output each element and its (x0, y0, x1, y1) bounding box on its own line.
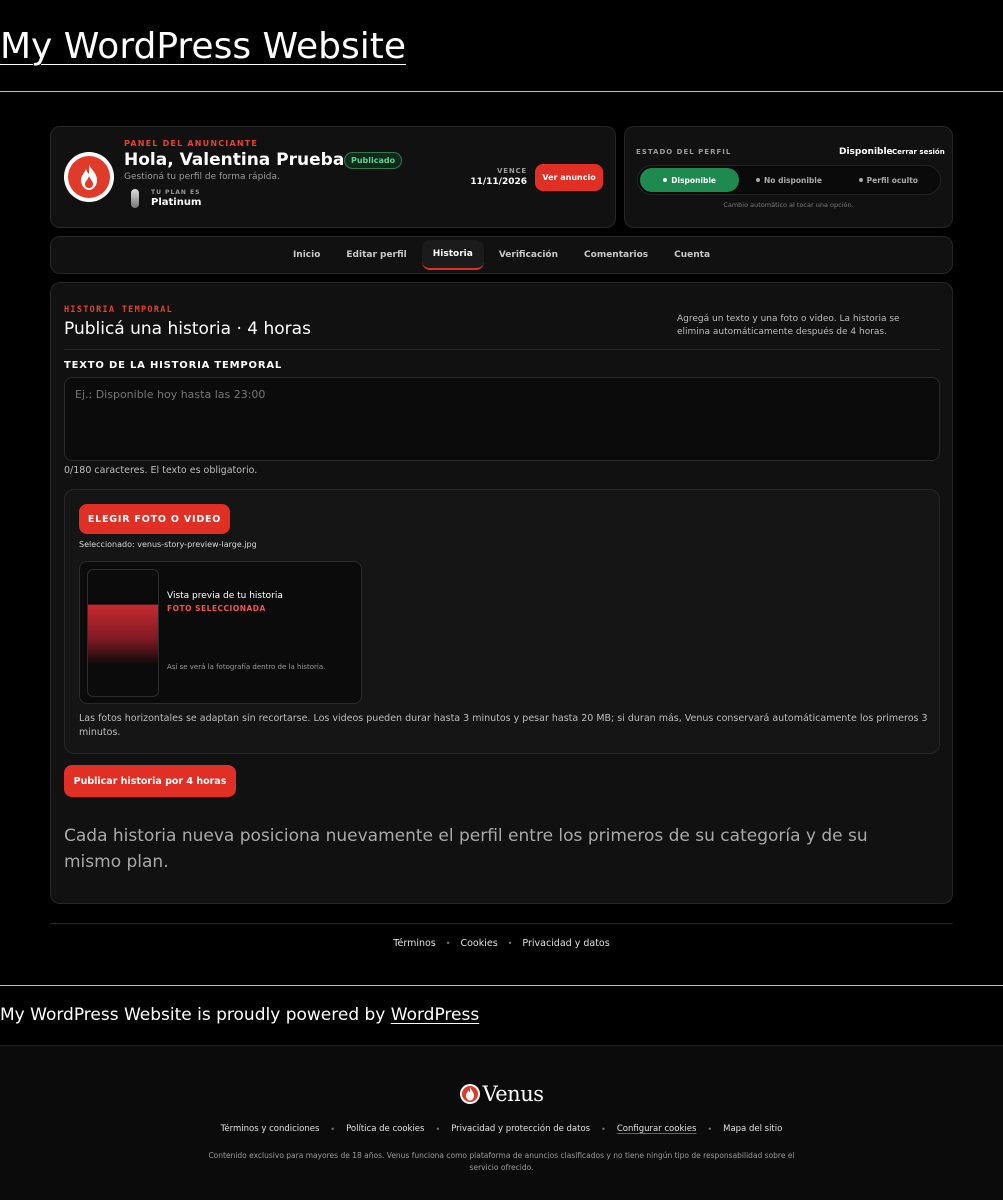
char-counter: 0/180 caracteres. El texto es obligatori… (64, 465, 258, 476)
footer-brand[interactable]: Venus (0, 1082, 1003, 1106)
story-text-label: TEXTO DE LA HISTORIA TEMPORAL (64, 360, 283, 371)
separator: • (435, 1124, 441, 1134)
preview-title: Vista previa de tu historia (167, 591, 283, 601)
plan-icon (131, 189, 139, 208)
state-note: Cambio automático al tocar una opción. (723, 201, 854, 209)
panel-label: PANEL DEL ANUNCIANTE (124, 139, 259, 148)
flame-icon (459, 1084, 480, 1104)
tab-editar-perfil[interactable]: Editar perfil (335, 240, 417, 270)
header-subtitle: Gestioná tu perfil de forma rápida. (124, 172, 280, 182)
separator: • (601, 1124, 606, 1134)
profile-header-card: PANEL DEL ANUNCIANTE Hola, Valentina Pru… (50, 126, 616, 228)
greeting: Hola, Valentina Prueba (124, 150, 345, 170)
tab-comentarios[interactable]: Comentarios (573, 240, 659, 270)
status-badge: Publicado (344, 152, 403, 169)
plan-label: TU PLAN ES (151, 189, 201, 196)
brand-name: Venus (482, 1082, 545, 1106)
publish-story-button[interactable]: Publicar historia por 4 horas (64, 765, 236, 797)
footer-links: Términos y condiciones • Política de coo… (0, 1124, 1003, 1134)
tab-cuenta[interactable]: Cuenta (663, 240, 721, 270)
link-privacidad[interactable]: Privacidad y datos (522, 938, 609, 949)
footer-link-sitemap[interactable]: Mapa del sitio (723, 1124, 782, 1134)
dot-icon (858, 178, 863, 182)
view-ad-button[interactable]: Ver anuncio (535, 164, 603, 191)
wordpress-link[interactable]: WordPress (391, 1005, 479, 1025)
tab-historia[interactable]: Historia (421, 240, 484, 270)
expires-label: VENCE (497, 167, 527, 175)
footer-disclaimer: Contenido exclusivo para mayores de 18 a… (208, 1151, 795, 1172)
footer-link-cookies[interactable]: Política de cookies (346, 1124, 424, 1134)
story-preview: Vista previa de tu historia FOTO SELECCI… (79, 561, 362, 704)
preview-image (87, 569, 159, 697)
profile-state-card: ESTADO DEL PERFIL Disponible Cerrar sesi… (624, 126, 953, 228)
flame-icon (81, 164, 97, 190)
preview-note: Así se verá la fotografía dentro de la h… (167, 663, 326, 671)
powered-text: My WordPress Website is proudly powered … (0, 1005, 391, 1025)
site-title-link[interactable]: My WordPress Website (0, 26, 406, 67)
story-text-input[interactable] (64, 377, 940, 461)
choose-media-button[interactable]: ELEGIR FOTO O VIDEO (79, 504, 230, 534)
state-label: ESTADO DEL PERFIL (636, 148, 732, 156)
dashboard-tabs: Inicio Editar perfil Historia Verificaci… (50, 236, 953, 274)
link-terminos[interactable]: Términos (393, 938, 435, 949)
separator: • (445, 939, 451, 948)
link-cookies[interactable]: Cookies (460, 938, 497, 949)
footer-link-terms[interactable]: Términos y condiciones (221, 1124, 320, 1134)
divider (50, 923, 953, 924)
tab-verificacion[interactable]: Verificación (488, 240, 569, 270)
selected-file: Seleccionado: venus-story-preview-large.… (79, 540, 257, 549)
separator: • (330, 1124, 336, 1134)
tab-inicio[interactable]: Inicio (282, 240, 331, 270)
story-kicker: HISTORIA TEMPORAL (64, 305, 174, 315)
separator: • (707, 1124, 713, 1134)
footer-link-privacy[interactable]: Privacidad y protección de datos (451, 1124, 590, 1134)
story-title: Publicá una historia · 4 horas (64, 319, 311, 339)
site-footer: Venus Términos y condiciones • Política … (0, 1046, 1003, 1200)
site-header: My WordPress Website (0, 0, 1003, 92)
story-cta-text: Cada historia nueva posiciona nuevamente… (64, 826, 868, 872)
plan-value: Platinum (151, 197, 202, 208)
story-side-note: Agregá un texto y una foto o video. La h… (677, 314, 900, 338)
state-segmented-control: Disponible No disponible Perfil oculto (637, 165, 941, 195)
inner-links: Términos • Cookies • Privacidad y datos (0, 938, 1003, 949)
dot-icon (663, 178, 668, 182)
preview-tag: FOTO SELECCIONADA (167, 604, 266, 613)
expires-value: 11/11/2026 (470, 177, 527, 187)
logout-link[interactable]: Cerrar sesión (892, 148, 945, 156)
media-note: Las fotos horizontales se adaptan sin re… (79, 713, 928, 738)
state-option-unavailable[interactable]: No disponible (739, 168, 838, 192)
separator: • (507, 939, 513, 948)
state-option-available[interactable]: Disponible (640, 168, 740, 192)
divider (64, 349, 940, 350)
state-option-hidden[interactable]: Perfil oculto (839, 168, 938, 192)
venus-logo (64, 152, 114, 202)
footer-link-configure-cookies[interactable]: Configurar cookies (617, 1124, 697, 1134)
dot-icon (756, 178, 761, 182)
state-current: Disponible (839, 147, 893, 157)
powered-by-bar: My WordPress Website is proudly powered … (0, 985, 1003, 1046)
story-card: HISTORIA TEMPORAL Publicá una historia ·… (50, 282, 953, 904)
media-section: ELEGIR FOTO O VIDEO Seleccionado: venus-… (64, 489, 940, 754)
